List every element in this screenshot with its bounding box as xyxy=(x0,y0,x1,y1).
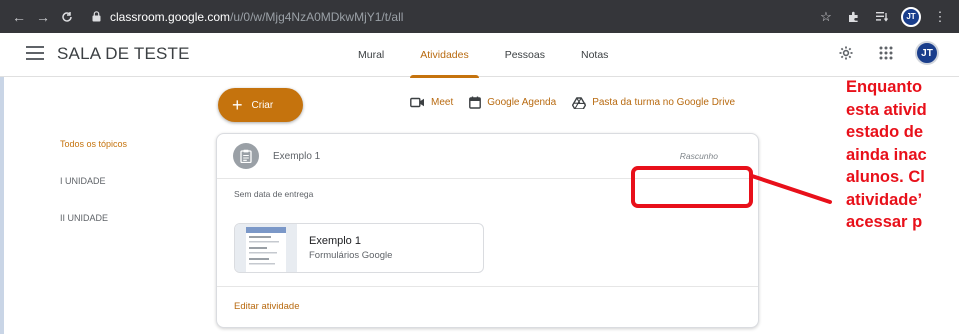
annotation-line-2: esta ativid xyxy=(846,100,927,119)
annotation-text: Enquanto esta ativid estado de ainda ina… xyxy=(846,76,959,234)
annotation-line-7: acessar p xyxy=(846,213,923,231)
annotation-line-4: ainda inac xyxy=(846,145,927,164)
annotation-line-6: atividade’ xyxy=(846,190,923,209)
annotation-line-1: Enquanto xyxy=(846,78,923,96)
annotation-line-3: estado de xyxy=(846,123,924,141)
annotation-pointer-line xyxy=(750,174,832,204)
screen: ← → classroom.google.com/u/0/w/Mjg4NzA0M… xyxy=(0,0,959,334)
annotation-line-5: alunos. Cl xyxy=(846,168,925,186)
